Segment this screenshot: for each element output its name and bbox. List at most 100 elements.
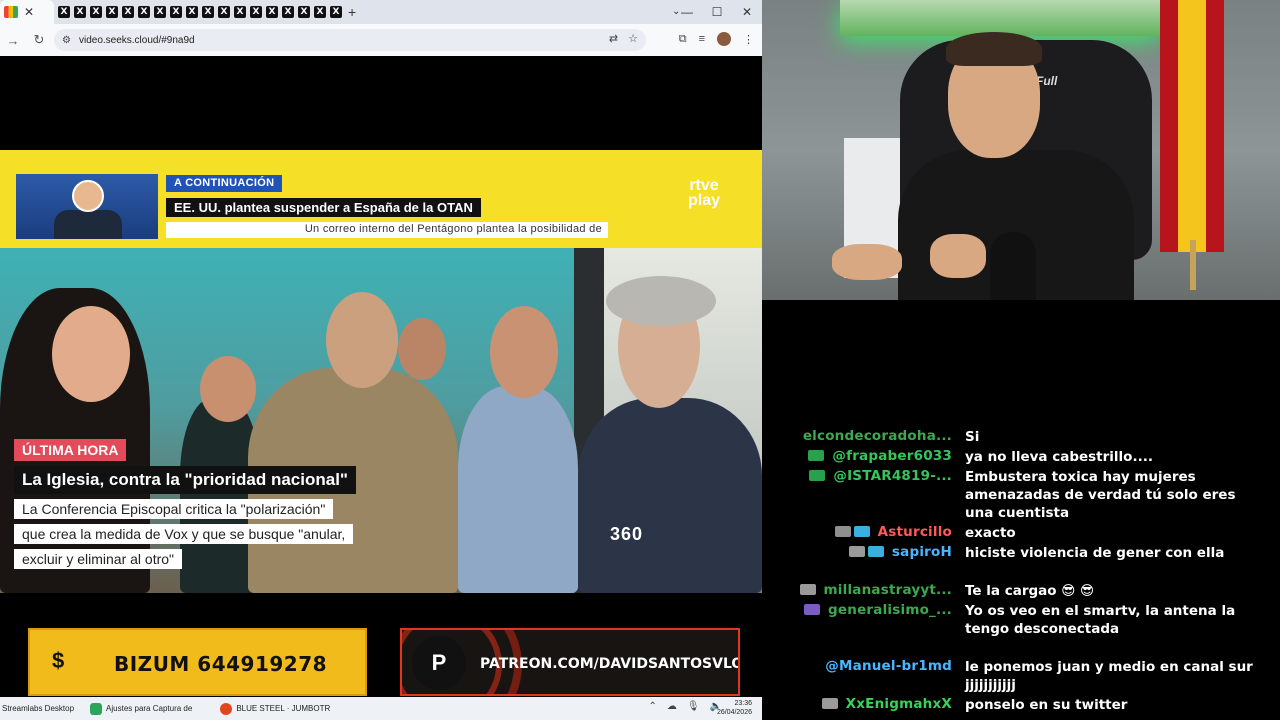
pinned-tab-icon[interactable]: X: [138, 6, 150, 18]
upnext-thumbnail[interactable]: [16, 174, 158, 239]
reload-icon[interactable]: ↻: [26, 32, 52, 48]
chat-username[interactable]: XxEnigmahxX: [846, 696, 952, 712]
pinned-tab-icon[interactable]: X: [234, 6, 246, 18]
patreon-text: PATREON.COM/DAVIDSANTOSVLOG: [480, 656, 740, 672]
chat-badge-icon: [835, 526, 851, 537]
taskbar-item-brave[interactable]: BLUE STEEL · JUMBOTR: [220, 702, 331, 715]
chat-text: Te la cargao 😎 😎: [965, 583, 1095, 599]
chat-username[interactable]: elcondecoradoha...: [803, 428, 952, 444]
patreon-icon: P: [412, 636, 466, 690]
chat-badge-icon: [822, 698, 838, 709]
chevron-up-icon[interactable]: ⌃: [648, 701, 656, 712]
chat-badges: [808, 450, 824, 461]
upnext-subtitle: Un correo interno del Pentágono plantea …: [166, 222, 608, 238]
pinned-tab-icon[interactable]: X: [170, 6, 182, 18]
pinned-tab-icon[interactable]: X: [282, 6, 294, 18]
gmail-icon: [4, 6, 18, 18]
chat-text: le ponemos juan y medio en canal sur jjj…: [965, 659, 1253, 693]
body-line-3: excluir y eliminar al otro": [14, 549, 183, 569]
browser-toolbar: → ↻ ⚙ video.seeks.cloud/#9na9d ⇄ ☆ ⧉ ≡ ⋮: [0, 24, 762, 56]
chat-message: @Manuel-br1md le ponemos juan y medio en …: [762, 658, 1280, 693]
chat-message: millanastrayyt... Te la cargao 😎 😎: [762, 582, 1280, 600]
cloud-icon[interactable]: ☁: [667, 701, 677, 712]
pinned-tab-icon[interactable]: X: [218, 6, 230, 18]
video-player[interactable]: A CONTINUACIÓN EE. UU. plantea suspender…: [0, 56, 762, 697]
microphone-icon[interactable]: 🎙: [687, 701, 700, 712]
pinned-tab-icon[interactable]: X: [58, 6, 70, 18]
pinned-tab-icon[interactable]: X: [186, 6, 198, 18]
pinned-tab-icon[interactable]: X: [298, 6, 310, 18]
chat-text: hiciste violencia de gener con ella: [965, 545, 1225, 561]
pinned-tabs: XXXXXXXXXXXXXXXXXX: [54, 6, 342, 18]
minimize-button[interactable]: —: [672, 0, 702, 24]
close-tab-icon[interactable]: ✕: [24, 6, 34, 18]
chat-badges: [849, 546, 884, 557]
media-controls-icon[interactable]: ≡: [699, 33, 705, 45]
chat-username[interactable]: @ISTAR4819-...: [833, 468, 952, 484]
chat-badge-icon: [800, 584, 816, 595]
webcam-feed: Full: [762, 0, 1280, 300]
chat-message: elcondecoradoha... Si: [762, 428, 1280, 446]
url-text[interactable]: video.seeks.cloud/#9na9d: [79, 35, 195, 46]
chat-username[interactable]: Asturcillo: [878, 524, 952, 540]
chat-text: Embustera toxica hay mujeres amenazadas …: [965, 469, 1236, 521]
translate-icon[interactable]: ⇄: [609, 32, 618, 45]
taskbar-label: BLUE STEEL · JUMBOTR: [236, 704, 331, 713]
chat-username[interactable]: @frapaber6033: [832, 448, 952, 464]
tab-active[interactable]: ✕: [0, 0, 54, 24]
chat-badge-icon: [809, 470, 825, 481]
clock-date: 26/04/2026: [716, 709, 752, 716]
patreon-banner: P PATREON.COM/DAVIDSANTOSVLOG: [400, 628, 740, 696]
chat-username[interactable]: @Manuel-br1md: [825, 658, 952, 674]
chat-badges: [800, 584, 816, 595]
chat-badge-icon: [868, 546, 884, 557]
bizum-text: BIZUM 644919278: [114, 652, 328, 676]
clock[interactable]: 23:36 26/04/2026: [717, 699, 752, 717]
pinned-tab-icon[interactable]: X: [122, 6, 134, 18]
pinned-tab-icon[interactable]: X: [330, 6, 342, 18]
rtve-play-logo: rtve play: [688, 177, 721, 209]
chat-badges: [822, 698, 838, 709]
chat-badge-icon: [849, 546, 865, 557]
chat-message: Asturcillo exacto: [762, 524, 1280, 542]
taskbar-item-capture[interactable]: Ajustes para Captura de: [90, 702, 192, 715]
pinned-tab-icon[interactable]: X: [266, 6, 278, 18]
pinned-tab-icon[interactable]: X: [314, 6, 326, 18]
logo-line-1: rtve: [689, 177, 719, 194]
spain-flag: [1160, 0, 1224, 252]
logo-line-2: play: [688, 192, 721, 209]
site-info-icon[interactable]: ⚙: [62, 35, 71, 46]
chat-text: ponselo en su twitter: [965, 697, 1128, 713]
profile-avatar[interactable]: [717, 32, 731, 46]
body-line-1: La Conferencia Episcopal critica la "pol…: [14, 499, 334, 519]
address-bar[interactable]: ⚙ video.seeks.cloud/#9na9d ⇄ ☆: [54, 29, 646, 51]
bookmark-star-icon[interactable]: ☆: [628, 32, 638, 45]
microphone: [990, 232, 1036, 300]
pinned-tab-icon[interactable]: X: [154, 6, 166, 18]
maximize-button[interactable]: ☐: [702, 0, 732, 24]
menu-kebab-icon[interactable]: ⋮: [743, 33, 754, 46]
pinned-tab-icon[interactable]: X: [90, 6, 102, 18]
pinned-tab-icon[interactable]: X: [106, 6, 118, 18]
browser-window: ✕ XXXXXXXXXXXXXXXXXX + ⌄ — ☐ ✕ → ↻ ⚙ vid…: [0, 0, 762, 697]
chat-message: @frapaber6033 ya no lleva cabestrillo....: [762, 448, 1280, 466]
new-tab-button[interactable]: +: [348, 4, 356, 20]
badge-360: 360: [610, 524, 644, 544]
close-window-button[interactable]: ✕: [732, 0, 762, 24]
chat-badge-icon: [804, 604, 820, 615]
chat-text: Si: [965, 429, 980, 445]
forward-arrow-icon[interactable]: →: [0, 33, 26, 48]
pinned-tab-icon[interactable]: X: [74, 6, 86, 18]
chat-badges: [835, 526, 870, 537]
pinned-tab-icon[interactable]: X: [250, 6, 262, 18]
chat-username[interactable]: millanastrayyt...: [824, 582, 952, 598]
dollar-icon: $: [52, 648, 65, 673]
chat-username[interactable]: sapiroH: [892, 544, 952, 560]
taskbar-item-streamlabs[interactable]: Streamlabs Desktop: [2, 704, 74, 713]
upnext-banner: A CONTINUACIÓN EE. UU. plantea suspender…: [0, 150, 762, 248]
pinned-tab-icon[interactable]: X: [202, 6, 214, 18]
chat-username[interactable]: generalisimo_...: [828, 602, 952, 618]
body-line-2: que crea la medida de Vox y que se busqu…: [14, 524, 354, 544]
bizum-banner: $ BIZUM 644919278: [28, 628, 367, 696]
extensions-icon[interactable]: ⧉: [679, 33, 687, 46]
